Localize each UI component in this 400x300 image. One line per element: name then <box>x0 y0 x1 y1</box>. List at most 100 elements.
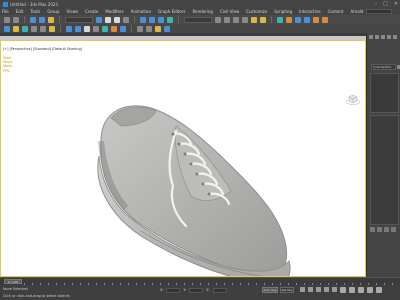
reference-coordinate-dropdown[interactable] <box>184 16 212 23</box>
select-by-name-icon[interactable] <box>105 16 111 23</box>
ribbon-icon[interactable] <box>13 25 19 32</box>
selection-filter-dropdown[interactable] <box>65 16 93 23</box>
bind-space-warp-icon[interactable] <box>48 16 54 23</box>
sneaker-model[interactable] <box>81 96 301 277</box>
viewport-statistics: Total Polys: Verts: FPS: <box>3 56 13 73</box>
ribbon-icon[interactable] <box>22 25 28 32</box>
undo-icon[interactable] <box>4 16 10 23</box>
go-to-start-icon[interactable] <box>300 287 305 292</box>
close-button[interactable]: ✕ <box>394 1 398 7</box>
pin-stack-icon[interactable] <box>370 227 375 232</box>
ribbon-icon[interactable] <box>4 25 10 32</box>
material-editor-icon[interactable] <box>304 16 310 23</box>
modify-tab-icon[interactable] <box>375 35 379 39</box>
search-box[interactable] <box>366 9 392 14</box>
menu-group[interactable]: Group <box>47 9 59 14</box>
menu-tools[interactable]: Tools <box>30 9 40 14</box>
ribbon-icon[interactable] <box>93 25 99 32</box>
modifier-list[interactable] <box>370 73 399 113</box>
perspective-viewport[interactable]: [+] [Perspective] [Standard] [Default Sh… <box>0 40 366 277</box>
render-icon[interactable] <box>322 16 328 23</box>
window-title: Untitled - 3ds Max 2023 <box>10 1 58 7</box>
link-icon[interactable] <box>30 16 36 23</box>
viewcube-icon[interactable] <box>345 93 361 105</box>
angle-snap-icon[interactable] <box>233 16 239 23</box>
minimize-button[interactable]: – <box>375 1 378 7</box>
ribbon-icon[interactable] <box>137 25 143 32</box>
ribbon-icon[interactable] <box>66 25 72 32</box>
ribbon-icon[interactable] <box>120 25 126 32</box>
previous-frame-icon[interactable] <box>308 287 313 292</box>
ribbon-icon[interactable] <box>155 25 161 32</box>
ribbon-icon[interactable] <box>84 25 90 32</box>
maximize-button[interactable]: □ <box>383 1 388 7</box>
ribbon-icon[interactable] <box>49 25 55 32</box>
move-icon[interactable] <box>140 16 146 23</box>
next-frame-icon[interactable] <box>324 287 329 292</box>
z-field[interactable] <box>212 288 227 293</box>
redo-icon[interactable] <box>13 16 19 23</box>
ribbon-icon[interactable] <box>75 25 81 32</box>
app-icon[interactable] <box>3 1 8 7</box>
menu-animation[interactable]: Animation <box>131 9 151 14</box>
create-tab-icon[interactable] <box>369 35 373 39</box>
zoom-icon[interactable] <box>340 287 346 293</box>
zoom-all-icon[interactable] <box>349 287 355 293</box>
place-icon[interactable] <box>167 16 173 23</box>
auto-key-button[interactable]: Auto Key <box>262 287 278 293</box>
ribbon-icon[interactable] <box>111 25 117 32</box>
menu-interactive[interactable]: Interactive <box>299 9 321 14</box>
menu-edit[interactable]: Edit <box>16 9 24 14</box>
menu-customize[interactable]: Customize <box>246 9 267 14</box>
orbit-icon[interactable] <box>367 287 373 293</box>
layer-explorer-icon[interactable] <box>277 16 283 23</box>
menu-create[interactable]: Create <box>85 9 98 14</box>
ribbon-icon[interactable] <box>146 25 152 32</box>
go-to-end-icon[interactable] <box>332 287 337 292</box>
ribbon-icon[interactable] <box>40 25 46 32</box>
pan-icon[interactable] <box>358 287 364 293</box>
make-unique-icon[interactable] <box>384 227 389 232</box>
window-crossing-icon[interactable] <box>123 16 129 23</box>
hierarchy-tab-icon[interactable] <box>381 35 385 39</box>
region-select-icon[interactable] <box>114 16 120 23</box>
percent-snap-icon[interactable] <box>242 16 248 23</box>
set-key-button[interactable]: Set Key <box>280 287 294 293</box>
schematic-view-icon[interactable] <box>295 16 301 23</box>
snap-icon[interactable] <box>224 16 230 23</box>
ribbon-icon[interactable] <box>164 25 170 32</box>
menu-arnold[interactable]: Arnold <box>350 9 363 14</box>
x-field[interactable] <box>166 288 181 293</box>
align-icon[interactable] <box>260 16 266 23</box>
menu-scripting[interactable]: Scripting <box>274 9 292 14</box>
menu-views[interactable]: Views <box>67 9 79 14</box>
modifier-stack[interactable] <box>370 115 399 225</box>
unlink-icon[interactable] <box>39 16 45 23</box>
render-setup-icon[interactable] <box>313 16 319 23</box>
display-tab-icon[interactable] <box>393 35 397 39</box>
show-end-result-icon[interactable] <box>377 227 382 232</box>
pivot-icon[interactable] <box>215 16 221 23</box>
ribbon-icon[interactable] <box>31 25 37 32</box>
time-slider[interactable]: 0 / 100 <box>4 279 22 284</box>
motion-tab-icon[interactable] <box>387 35 391 39</box>
ribbon-icon[interactable] <box>102 25 108 32</box>
remove-modifier-icon[interactable] <box>391 227 396 232</box>
y-field[interactable] <box>189 288 204 293</box>
mirror-icon[interactable] <box>251 16 257 23</box>
object-name-field[interactable]: Cylinder001 <box>371 64 396 70</box>
timeline[interactable]: 0 / 100 <box>0 277 400 286</box>
select-icon[interactable] <box>96 16 102 23</box>
rotate-icon[interactable] <box>149 16 155 23</box>
menu-file[interactable]: File <box>2 9 9 14</box>
curve-editor-icon[interactable] <box>286 16 292 23</box>
scale-icon[interactable] <box>158 16 164 23</box>
maximize-viewport-icon[interactable] <box>376 287 382 293</box>
menu-rendering[interactable]: Rendering <box>193 9 213 14</box>
menu-modifiers[interactable]: Modifiers <box>105 9 123 14</box>
viewport-label[interactable]: [+] [Perspective] [Standard] [Default Sh… <box>3 47 82 51</box>
menu-graph-editors[interactable]: Graph Editors <box>158 9 185 14</box>
play-icon[interactable] <box>316 287 321 292</box>
menu-content[interactable]: Content <box>328 9 344 14</box>
menu-civil-view[interactable]: Civil View <box>220 9 239 14</box>
